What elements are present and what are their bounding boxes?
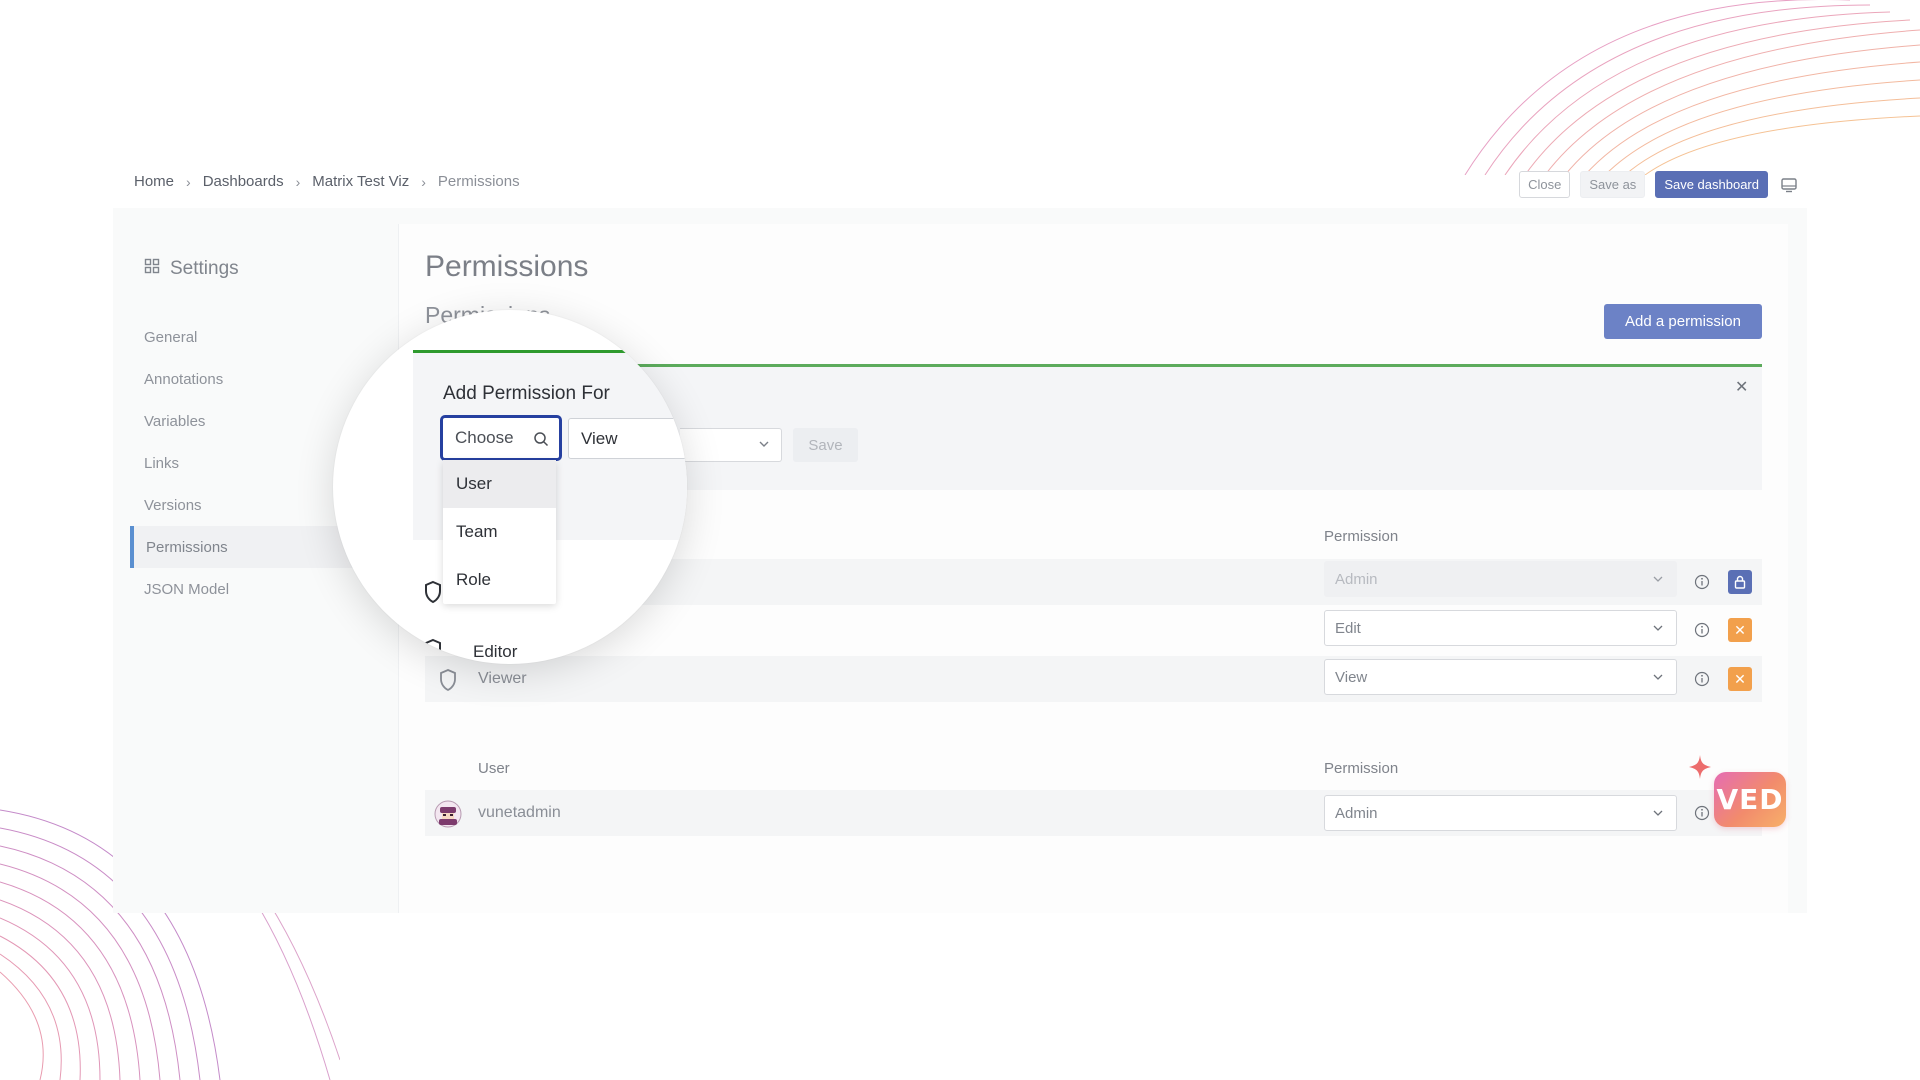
- admin-permission-select: Admin: [1324, 561, 1677, 597]
- remove-editor-button[interactable]: ✕: [1728, 618, 1752, 642]
- grid-icon: [144, 258, 160, 280]
- add-permission-button[interactable]: Add a permission: [1604, 304, 1762, 339]
- shield-icon: [425, 580, 441, 604]
- lock-icon: [1734, 575, 1746, 589]
- page-title: Permissions: [425, 250, 589, 283]
- select-value: Edit: [1335, 619, 1361, 637]
- chevron-down-icon: [1653, 576, 1663, 582]
- breadcrumb-separator: ›: [421, 173, 426, 190]
- editor-permission-select[interactable]: Edit: [1324, 610, 1677, 646]
- role-permission-header: Permission: [1324, 528, 1399, 545]
- viewer-permission-select[interactable]: View: [1324, 659, 1677, 695]
- shield-icon: [425, 638, 441, 662]
- dropdown-option-team[interactable]: Team: [443, 508, 556, 556]
- sidebar-item-variables[interactable]: Variables: [130, 400, 362, 442]
- info-icon[interactable]: [1694, 805, 1710, 821]
- user-permission-header: Permission: [1324, 760, 1399, 777]
- add-permission-save-button[interactable]: Save: [793, 428, 858, 462]
- settings-title-label: Settings: [170, 258, 239, 279]
- user-header: User: [478, 760, 510, 777]
- breadcrumb-separator: ›: [295, 173, 301, 190]
- permission-level-value: View: [581, 428, 618, 448]
- chevron-down-icon: [1653, 810, 1663, 816]
- close-icon[interactable]: ✕: [1735, 377, 1748, 397]
- sidebar-item-general[interactable]: General: [130, 316, 362, 358]
- sidebar-item-permissions[interactable]: Permissions: [130, 526, 362, 568]
- magnified-success-border: [413, 350, 687, 353]
- chevron-down-icon: [1653, 674, 1663, 680]
- sparkle-icon: [1689, 755, 1711, 779]
- chevron-down-icon: [759, 441, 769, 447]
- choose-type-input[interactable]: Choose: [440, 415, 562, 461]
- editor-role-label: Editor: [473, 642, 518, 661]
- user-permission-select[interactable]: Admin: [1324, 795, 1677, 831]
- save-as-button[interactable]: Save as: [1580, 171, 1646, 198]
- breadcrumb-current: Permissions: [437, 173, 520, 190]
- save-dashboard-button[interactable]: Save dashboard: [1655, 171, 1768, 198]
- dropdown-option-user[interactable]: User: [443, 460, 556, 508]
- viewer-role-label: Viewer: [478, 670, 527, 687]
- permission-level-select[interactable]: View: [568, 418, 687, 459]
- permission-type-dropdown: User Team Role: [443, 460, 556, 604]
- magnifier-callout: Add Permission For Choose View Editor Us…: [333, 310, 687, 664]
- info-icon[interactable]: [1694, 671, 1710, 687]
- close-icon: ✕: [1734, 670, 1746, 687]
- breadcrumb: Home › Dashboards › Matrix Test Viz › Pe…: [134, 173, 520, 190]
- sidebar-item-annotations[interactable]: Annotations: [130, 358, 362, 400]
- sidebar-item-json-model[interactable]: JSON Model: [130, 568, 362, 610]
- chevron-down-icon: [1653, 625, 1663, 631]
- breadcrumb-separator: ›: [186, 173, 191, 190]
- search-icon: [534, 432, 549, 447]
- avatar: [434, 800, 462, 828]
- ved-logo: VED: [1714, 772, 1786, 827]
- breadcrumb-home[interactable]: Home: [134, 173, 174, 190]
- magnified-content: Add Permission For Choose View Editor Us…: [333, 310, 687, 664]
- select-value: View: [1335, 668, 1368, 686]
- user-name: vunetadmin: [478, 804, 561, 821]
- close-button[interactable]: Close: [1519, 171, 1571, 198]
- sidebar-item-links[interactable]: Links: [130, 442, 362, 484]
- dashboard-toolbar: Close Save as Save dashboard: [1519, 171, 1800, 198]
- choose-placeholder: Choose: [455, 428, 514, 447]
- sidebar-item-versions[interactable]: Versions: [130, 484, 362, 526]
- decorative-arcs-top-right: [1464, 0, 1920, 175]
- breadcrumb-dashboards[interactable]: Dashboards: [203, 173, 284, 190]
- dropdown-option-role[interactable]: Role: [443, 556, 556, 604]
- select-value: Admin: [1335, 804, 1378, 822]
- settings-title: Settings: [144, 258, 239, 280]
- close-icon: ✕: [1734, 621, 1746, 638]
- info-icon[interactable]: [1694, 622, 1710, 638]
- shield-icon: [440, 669, 456, 692]
- settings-nav: General Annotations Variables Links Vers…: [130, 316, 362, 610]
- lock-button[interactable]: [1728, 570, 1752, 594]
- add-permission-title: Add Permission For: [443, 383, 610, 404]
- select-value: Admin: [1335, 570, 1378, 588]
- remove-viewer-button[interactable]: ✕: [1728, 667, 1752, 691]
- tv-icon[interactable]: [1778, 174, 1800, 196]
- breadcrumb-dashboard[interactable]: Matrix Test Viz: [312, 173, 409, 190]
- info-icon[interactable]: [1694, 574, 1710, 590]
